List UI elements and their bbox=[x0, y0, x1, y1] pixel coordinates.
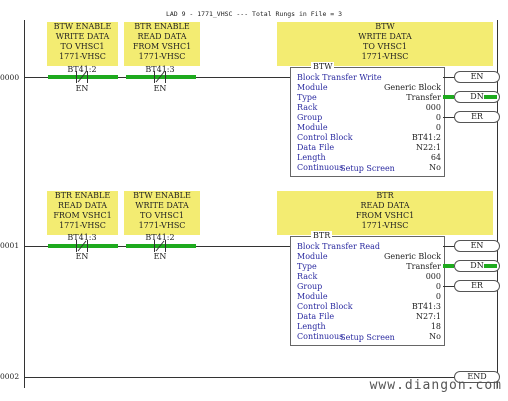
rung-number-0001[interactable]: 0001 bbox=[0, 241, 19, 250]
rung-number-0002[interactable]: 0002 bbox=[0, 372, 19, 381]
nc-slash-icon bbox=[77, 71, 87, 83]
rung1-comment-2: BTW ENABLE WRITE DATA TO VHSC1 1771-VHSC bbox=[124, 191, 200, 235]
watermark: www.diangon.com bbox=[369, 378, 502, 393]
rung0-block-comment: BTW WRITE DATA TO VHSC1 1771-VHSC bbox=[277, 22, 493, 66]
btr-row-rack[interactable]: Rack 000 bbox=[297, 272, 441, 282]
btr-dn-energized-left bbox=[443, 264, 454, 268]
btw-instruction-block[interactable]: BTW Block Transfer Write Module Type Gene… bbox=[290, 62, 445, 177]
rung1-comment-1: BTR ENABLE READ DATA FROM VSHC1 1771-VHS… bbox=[47, 191, 118, 235]
btw-row-control-block[interactable]: Control Block BT41:2 bbox=[297, 133, 441, 143]
btw-title: Block Transfer Write bbox=[297, 73, 382, 82]
btr-row-data-file[interactable]: Data File N27:1 bbox=[297, 312, 441, 322]
btr-instruction-block[interactable]: BTR Block Transfer Read Module Type Gener… bbox=[290, 231, 445, 346]
btw-row-module-type[interactable]: Module Type Generic Block Transfer bbox=[297, 83, 441, 103]
rung1-contact2-label: EN bbox=[153, 252, 167, 261]
btr-row-module-type[interactable]: Module Type Generic Block Transfer bbox=[297, 252, 441, 272]
rung0-contact2-label: EN bbox=[153, 84, 167, 93]
rung0-contact2[interactable] bbox=[154, 71, 166, 83]
btw-en-coil[interactable]: EN bbox=[454, 71, 500, 83]
btr-setup-screen-link[interactable]: Setup Screen bbox=[291, 333, 444, 342]
btw-row-group[interactable]: Group 0 bbox=[297, 113, 441, 123]
rung0-comment-2: BTR ENABLE READ DATA FROM VSHC1 1771-VHS… bbox=[124, 22, 200, 66]
left-power-rail bbox=[24, 20, 25, 388]
rung0-comment-1: BTW ENABLE WRITE DATA TO VHSC1 1771-VHSC bbox=[47, 22, 118, 66]
btw-er-coil[interactable]: ER bbox=[454, 111, 500, 123]
btr-block-name: BTR bbox=[311, 231, 333, 240]
nc-slash-icon bbox=[155, 240, 165, 252]
btw-block-name: BTW bbox=[311, 62, 335, 71]
btw-setup-screen-link[interactable]: Setup Screen bbox=[291, 164, 444, 173]
rung1-contact2[interactable] bbox=[154, 240, 166, 252]
file-header: LAD 9 - 1771_VHSC --- Total Rungs in Fil… bbox=[165, 10, 343, 18]
btr-er-coil[interactable]: ER bbox=[454, 280, 500, 292]
btr-row-group[interactable]: Group 0 bbox=[297, 282, 441, 292]
btr-en-coil[interactable]: EN bbox=[454, 240, 500, 252]
btw-row-module[interactable]: Module 0 bbox=[297, 123, 441, 133]
btw-param-table: Module Type Generic Block Transfer Rack 00… bbox=[297, 83, 441, 173]
btw-row-length[interactable]: Length 64 bbox=[297, 153, 441, 163]
btr-param-table: Module Type Generic Block Transfer Rack 00… bbox=[297, 252, 441, 342]
rung0-contact1[interactable] bbox=[76, 71, 88, 83]
rung1-contact1-label: EN bbox=[75, 252, 89, 261]
btr-row-module[interactable]: Module 0 bbox=[297, 292, 441, 302]
nc-slash-icon bbox=[155, 71, 165, 83]
rung0-contact1-label: EN bbox=[75, 84, 89, 93]
btr-row-control-block[interactable]: Control Block BT41:3 bbox=[297, 302, 441, 312]
btr-dn-energized bbox=[484, 264, 497, 268]
btr-title: Block Transfer Read bbox=[297, 242, 381, 251]
btr-row-length[interactable]: Length 18 bbox=[297, 322, 441, 332]
btw-dn-energized bbox=[484, 95, 497, 99]
rung-number-0000[interactable]: 0000 bbox=[0, 73, 19, 82]
rung1-contact1[interactable] bbox=[76, 240, 88, 252]
btw-row-rack[interactable]: Rack 000 bbox=[297, 103, 441, 113]
rung1-block-comment: BTR READ DATA FROM VSHC1 1771-VHSC bbox=[277, 191, 493, 235]
btw-row-data-file[interactable]: Data File N22:1 bbox=[297, 143, 441, 153]
nc-slash-icon bbox=[77, 240, 87, 252]
btw-dn-energized-left bbox=[443, 95, 454, 99]
